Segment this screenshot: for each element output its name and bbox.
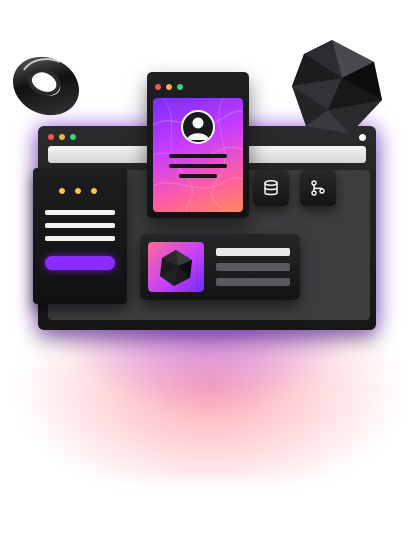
profile-line <box>179 174 217 178</box>
media-line <box>216 263 290 271</box>
media-card <box>140 234 300 300</box>
profile-line <box>169 154 227 158</box>
side-card-line <box>45 236 115 241</box>
window-controls <box>48 134 76 140</box>
icosahedron <box>288 38 386 142</box>
window-dot-green <box>70 134 76 140</box>
media-line <box>216 278 290 286</box>
side-card-button <box>45 256 115 270</box>
profile-dot-green <box>177 84 183 90</box>
database-button <box>253 170 289 206</box>
profile-dot-yellow <box>166 84 172 90</box>
profile-card <box>147 72 249 218</box>
user-icon <box>181 110 215 144</box>
profile-card-dots <box>155 84 183 90</box>
side-dot-3 <box>91 188 97 194</box>
side-dot-2 <box>75 188 81 194</box>
side-card-line <box>45 210 115 215</box>
git-branch-button <box>300 170 336 206</box>
window-dot-yellow <box>59 134 65 140</box>
torus-ring <box>6 44 90 128</box>
polyhedron-thumbnail <box>148 242 204 292</box>
profile-dot-red <box>155 84 161 90</box>
side-card-dots <box>59 188 97 194</box>
side-card <box>33 168 127 304</box>
profile-line <box>169 164 227 168</box>
profile-screen <box>153 98 243 212</box>
window-dot-red <box>48 134 54 140</box>
side-card-line <box>45 223 115 228</box>
git-branch-icon <box>311 180 325 196</box>
side-dot-1 <box>59 188 65 194</box>
database-icon <box>264 179 278 196</box>
media-line <box>216 248 290 256</box>
